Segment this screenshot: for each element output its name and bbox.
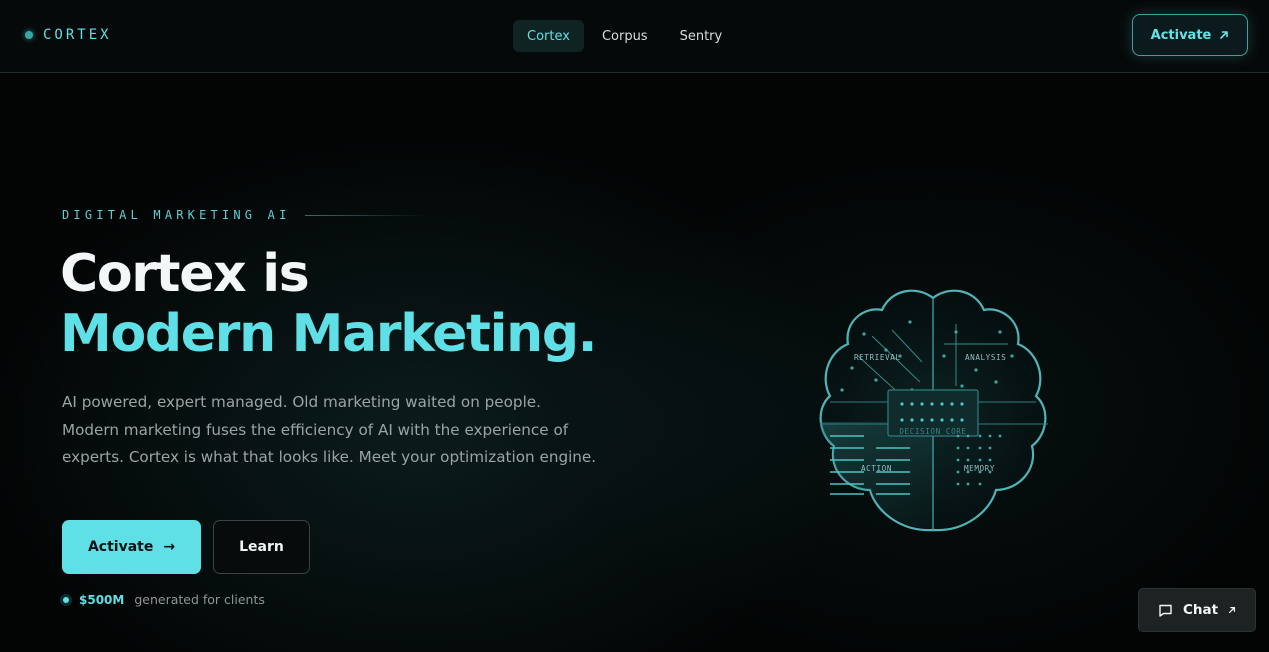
headline-line-2: Modern Marketing.: [60, 304, 598, 364]
decision-core-label: DECISION CORE: [899, 427, 966, 436]
brain-illustration: RETRIEVAL ANALYSIS DECISION CORE ACTION …: [819, 289, 1048, 532]
retrieval-label: RETRIEVAL: [854, 353, 901, 362]
nav-tab-cortex[interactable]: Cortex: [513, 20, 584, 52]
eyebrow-divider: [304, 214, 425, 216]
headline-line-1: Cortex is: [60, 244, 310, 304]
brand-name: CORTEX: [43, 27, 112, 43]
hero-headline: Cortex is Modern Marketing.: [60, 244, 598, 364]
header-activate-button[interactable]: Activate: [1132, 14, 1248, 56]
eyebrow-text: DIGITAL MARKETING AI: [62, 208, 291, 222]
analysis-label: ANALYSIS: [965, 353, 1006, 362]
primary-nav: Cortex Corpus Sentry: [513, 20, 736, 52]
revenue-stat: $500M generated for clients: [62, 591, 265, 608]
message-square-icon: [1159, 604, 1172, 617]
activate-button[interactable]: Activate →: [62, 520, 201, 574]
stat-dot-icon: [63, 596, 69, 603]
arrow-right-icon: →: [163, 539, 176, 555]
learn-button[interactable]: Learn: [213, 520, 310, 574]
header-activate-label: Activate: [1150, 27, 1212, 43]
stat-label: generated for clients: [134, 592, 265, 607]
chat-label: Chat: [1182, 602, 1219, 618]
nav-tab-sentry[interactable]: Sentry: [666, 20, 737, 52]
memory-label: MEMORY: [964, 464, 995, 473]
activate-button-label: Activate: [87, 539, 154, 555]
hero-eyebrow: DIGITAL MARKETING AI: [62, 207, 425, 223]
brand-logo[interactable]: CORTEX: [25, 26, 112, 44]
action-region: [820, 422, 933, 529]
learn-button-label: Learn: [239, 539, 284, 555]
arrow-up-right-icon: [1229, 606, 1236, 614]
arrow-up-right-icon: [1220, 31, 1229, 39]
status-dot-icon: [25, 31, 33, 39]
action-label: ACTION: [861, 464, 892, 473]
nav-tab-corpus[interactable]: Corpus: [588, 20, 662, 52]
hero-description: AI powered, expert managed. Old marketin…: [62, 393, 597, 466]
chat-button[interactable]: Chat: [1138, 588, 1256, 632]
stat-value: $500M: [79, 592, 125, 607]
top-navigation-bar: CORTEX Cortex Corpus Sentry Activate: [0, 0, 1269, 73]
